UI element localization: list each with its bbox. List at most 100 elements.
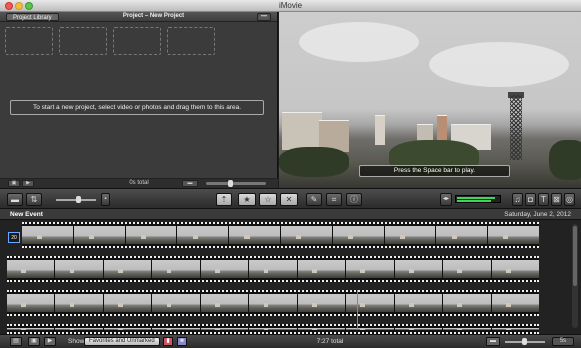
add-to-project-button[interactable]: ⇡ [216, 193, 232, 206]
clip-thumbnail[interactable] [7, 294, 55, 312]
event-browser[interactable]: 20 [0, 220, 581, 334]
voiceover-button[interactable]: ✎ [306, 193, 322, 206]
slider-knob[interactable] [228, 180, 233, 187]
clip-thumbnail[interactable] [200, 328, 249, 330]
clip-thumbnail[interactable] [491, 294, 539, 312]
event-total: 7:27 total [316, 338, 344, 345]
play-hint: Press the Space bar to play. [359, 165, 510, 177]
clip-thumbnail[interactable] [488, 226, 539, 244]
clip-placeholder [59, 27, 107, 55]
map-browser-button[interactable]: ◎ [564, 193, 575, 206]
zoom-knob[interactable] [522, 338, 527, 345]
swap-events-projects-button[interactable]: ⇅ [26, 193, 42, 206]
favorite-button[interactable]: ★ [238, 193, 256, 206]
clip-placeholder [5, 27, 53, 55]
clip-thumbnail[interactable] [249, 260, 297, 278]
clip-thumbnail[interactable] [152, 260, 200, 278]
info-button[interactable]: ⓘ [346, 193, 362, 206]
project-drop-hint: To start a new project, select video or … [10, 100, 264, 115]
clip-filmstrip[interactable] [7, 290, 539, 316]
play-event-button[interactable]: ▶ [44, 337, 56, 346]
radio-tower [510, 95, 522, 160]
full-screen-play-button[interactable]: ▣ [28, 337, 40, 346]
clip-thumbnail[interactable] [297, 328, 346, 330]
clip-filmstrip[interactable] [22, 222, 539, 248]
clip-thumbnail[interactable] [73, 226, 125, 244]
clip-thumbnail[interactable] [55, 294, 103, 312]
clip-thumbnail[interactable] [394, 294, 443, 312]
camera-import-button[interactable]: ▬ [7, 193, 23, 206]
meter-right [457, 200, 491, 202]
clip-filmstrip[interactable] [7, 256, 539, 282]
clip-thumbnail[interactable] [200, 260, 249, 278]
clip-thumbnail[interactable] [491, 328, 539, 330]
music-browser-button[interactable]: ♫ [512, 193, 523, 206]
event-list-button[interactable]: ▤ [10, 337, 22, 346]
clip-thumbnail[interactable] [55, 328, 103, 330]
transition-browser-button[interactable]: ⊠ [551, 193, 562, 206]
photo-browser-button[interactable]: ◘ [525, 193, 536, 206]
filter-select[interactable]: Favorites and Unmarked [84, 337, 160, 346]
window-title-bar: iMovie [0, 0, 581, 12]
clip-thumbnail[interactable] [7, 260, 55, 278]
clip-thumbnail[interactable] [443, 260, 491, 278]
clip-thumbnail[interactable] [443, 328, 491, 330]
clip-thumbnail[interactable] [152, 328, 200, 330]
project-options-button[interactable]: ••• [257, 13, 271, 21]
title-browser-button[interactable]: T [538, 193, 549, 206]
event-date: Saturday, June 2, 2012 [504, 211, 571, 218]
clip-thumbnail[interactable] [394, 328, 443, 330]
clip-thumbnail[interactable] [297, 260, 346, 278]
volume-knob[interactable] [76, 196, 81, 203]
zoom-out-icon[interactable]: ▬ [486, 337, 500, 346]
clip-thumbnail[interactable] [7, 328, 55, 330]
clip-thumbnail[interactable] [249, 294, 297, 312]
project-view-button[interactable]: ▬ [182, 180, 198, 187]
project-library-button[interactable]: Project Library [6, 13, 59, 21]
clip-thumbnail[interactable] [103, 294, 152, 312]
project-title: Project – New Project [122, 13, 185, 19]
bottom-bar: ▤ ▣ ▶ Show: Favorites and Unmarked ▮ ☻ 7… [0, 334, 581, 348]
audio-icon: ◂▸ [440, 193, 452, 206]
clip-thumbnail[interactable] [125, 226, 177, 244]
clip-thumbnail[interactable] [55, 260, 103, 278]
people-toggle-button[interactable]: ☻ [177, 337, 187, 346]
zoom-level: 5s [552, 337, 574, 346]
scroll-thumb[interactable] [573, 226, 577, 286]
clip-thumbnail[interactable] [152, 294, 200, 312]
clip-thumbnail[interactable] [103, 260, 152, 278]
project-zoom-slider[interactable] [206, 180, 266, 187]
skimmer-playhead [357, 290, 358, 330]
waveform-toggle-button[interactable]: ▮ [163, 337, 173, 346]
clip-thumbnail[interactable] [200, 294, 249, 312]
crop-button[interactable]: ⌗ [326, 193, 342, 206]
trees [549, 140, 581, 180]
reject-button[interactable]: ✕ [280, 193, 298, 206]
clip-thumbnail[interactable] [297, 294, 346, 312]
clip-thumbnail[interactable] [249, 328, 297, 330]
clip-thumbnail[interactable] [346, 260, 394, 278]
meter-left [457, 197, 495, 199]
clip-thumbnail[interactable] [443, 294, 491, 312]
clip-thumbnail[interactable] [177, 226, 229, 244]
clip-thumbnail[interactable] [346, 294, 394, 312]
project-footer: ▣ ▶ 0s total ▬ [0, 178, 278, 188]
project-header: Project Library Project – New Project ••… [0, 12, 277, 22]
clip-thumbnail[interactable] [394, 260, 443, 278]
video-viewer[interactable]: Press the Space bar to play. [279, 12, 581, 188]
clip-thumbnail[interactable] [103, 328, 152, 330]
cloud [299, 22, 419, 62]
clip-thumbnail[interactable] [280, 226, 332, 244]
clip-thumbnail[interactable] [491, 260, 539, 278]
event-scrollbar[interactable] [572, 224, 578, 328]
clip-filmstrip[interactable] [7, 324, 539, 334]
clip-thumbnail[interactable] [384, 226, 436, 244]
clip-thumbnail[interactable] [436, 226, 488, 244]
clip-thumbnail[interactable] [229, 226, 280, 244]
thumbnail-size-icon[interactable]: ▪ [101, 193, 110, 206]
clip-thumbnail[interactable] [22, 226, 73, 244]
main-toolbar: ▬ ⇅ ▪ ⇡ ★ ☆ ✕ ✎ ⌗ ⓘ ◂▸ ♫ ◘ T ⊠ ◎ [0, 188, 581, 209]
unmark-button[interactable]: ☆ [259, 193, 277, 206]
clip-thumbnail[interactable] [332, 226, 384, 244]
clip-thumbnail[interactable] [346, 328, 394, 330]
